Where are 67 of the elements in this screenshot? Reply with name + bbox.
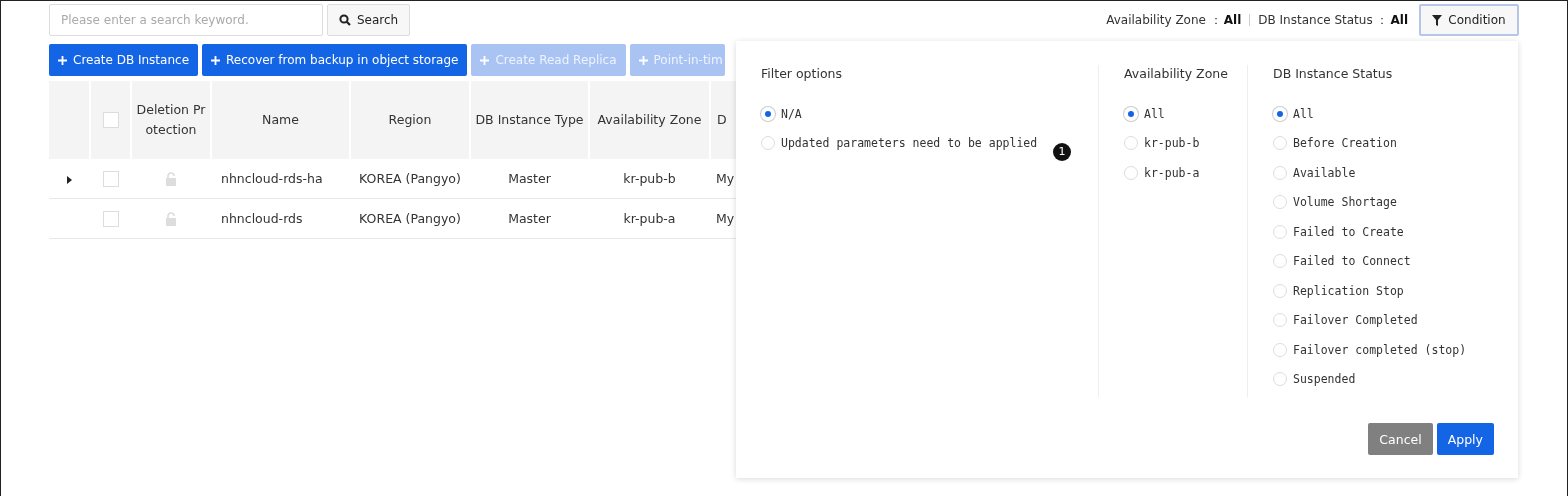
search-button[interactable]: Search xyxy=(327,4,411,36)
table-cell: KOREA (Pangyo) xyxy=(359,171,461,186)
option-label[interactable]: All xyxy=(1293,106,1314,121)
checkbox[interactable] xyxy=(102,170,119,187)
search-icon xyxy=(339,14,351,26)
group-title: DB Instance Status xyxy=(1273,65,1394,83)
radio-button[interactable] xyxy=(1273,372,1287,387)
option-label[interactable]: kr-pub-b xyxy=(1144,136,1200,151)
radio-button[interactable] xyxy=(1273,224,1287,239)
radio-button[interactable] xyxy=(1273,195,1287,210)
option-label[interactable]: Before Creation xyxy=(1293,136,1397,151)
option-label[interactable]: Failed to Connect xyxy=(1293,254,1411,269)
toolbar-button[interactable]: Create DB Instance xyxy=(49,44,198,76)
table-cell: kr-pub-b xyxy=(623,171,676,186)
radio-button[interactable] xyxy=(1273,165,1287,180)
option-label[interactable]: N/A xyxy=(781,106,802,121)
radio-button[interactable] xyxy=(1273,283,1287,298)
column-header: DB Instance Type xyxy=(475,111,584,129)
filter-value: All xyxy=(1390,13,1408,27)
table-cell: nhncloud-rds-ha xyxy=(221,171,323,186)
apply-button[interactable]: Apply xyxy=(1436,423,1494,455)
table-cell: Master xyxy=(508,211,551,226)
option-label[interactable]: Suspended xyxy=(1293,372,1356,387)
option-label[interactable]: Volume Shortage xyxy=(1293,195,1397,210)
option-label[interactable]: kr-pub-a xyxy=(1144,165,1200,180)
condition-button[interactable]: Condition xyxy=(1419,4,1519,36)
option-label[interactable]: Failover Completed xyxy=(1293,313,1418,328)
search-field[interactable]: Please enter a search keyword. xyxy=(49,4,323,36)
radio-button[interactable] xyxy=(1124,136,1138,151)
filter-value: All xyxy=(1223,13,1242,27)
option-label[interactable]: Failover completed (stop) xyxy=(1293,342,1467,357)
table-cell: Master xyxy=(508,171,551,186)
filter-label: Availability Zone ： xyxy=(1106,11,1222,29)
cancel-button[interactable]: Cancel xyxy=(1368,423,1433,455)
radio-button[interactable] xyxy=(761,136,775,151)
table-cell: kr-pub-a xyxy=(623,211,676,226)
column-header: Name xyxy=(262,111,299,129)
table-cell: My xyxy=(716,211,735,226)
option-label[interactable]: All xyxy=(1144,106,1165,121)
option-label[interactable]: Failed to Create xyxy=(1293,224,1404,239)
option-label[interactable]: Available xyxy=(1293,165,1356,180)
radio-button[interactable] xyxy=(1273,342,1287,357)
plus-icon xyxy=(480,55,490,65)
radio-button[interactable] xyxy=(1273,254,1287,269)
radio-button[interactable] xyxy=(1273,313,1287,328)
number-marker: 1 xyxy=(1053,142,1071,161)
radio-button[interactable] xyxy=(1273,136,1287,151)
checkbox[interactable] xyxy=(102,112,119,129)
plus-icon xyxy=(211,55,220,65)
group-title: Filter options xyxy=(761,65,843,83)
column-header: Deletion Protection xyxy=(136,101,206,139)
column-header: Region xyxy=(388,111,432,129)
filter-icon xyxy=(1432,14,1443,26)
table-cell: KOREA (Pangyo) xyxy=(359,211,461,226)
plus-icon xyxy=(58,55,67,65)
table-cell: My xyxy=(716,171,735,186)
filter-label: DB Instance Status ： xyxy=(1258,11,1389,29)
plus-icon xyxy=(638,55,648,65)
column-header: D xyxy=(717,111,727,129)
option-label[interactable]: Replication Stop xyxy=(1293,283,1404,298)
column-header: Availability Zone xyxy=(597,111,702,129)
group-title: Availability Zone xyxy=(1124,65,1229,83)
radio-button[interactable] xyxy=(1124,165,1138,180)
table-cell: nhncloud-rds xyxy=(221,211,303,226)
toolbar-button[interactable]: Recover from backup in object storage xyxy=(202,44,468,76)
checkbox[interactable] xyxy=(102,210,119,227)
option-label[interactable]: Updated parameters need to be applied xyxy=(781,136,1038,151)
